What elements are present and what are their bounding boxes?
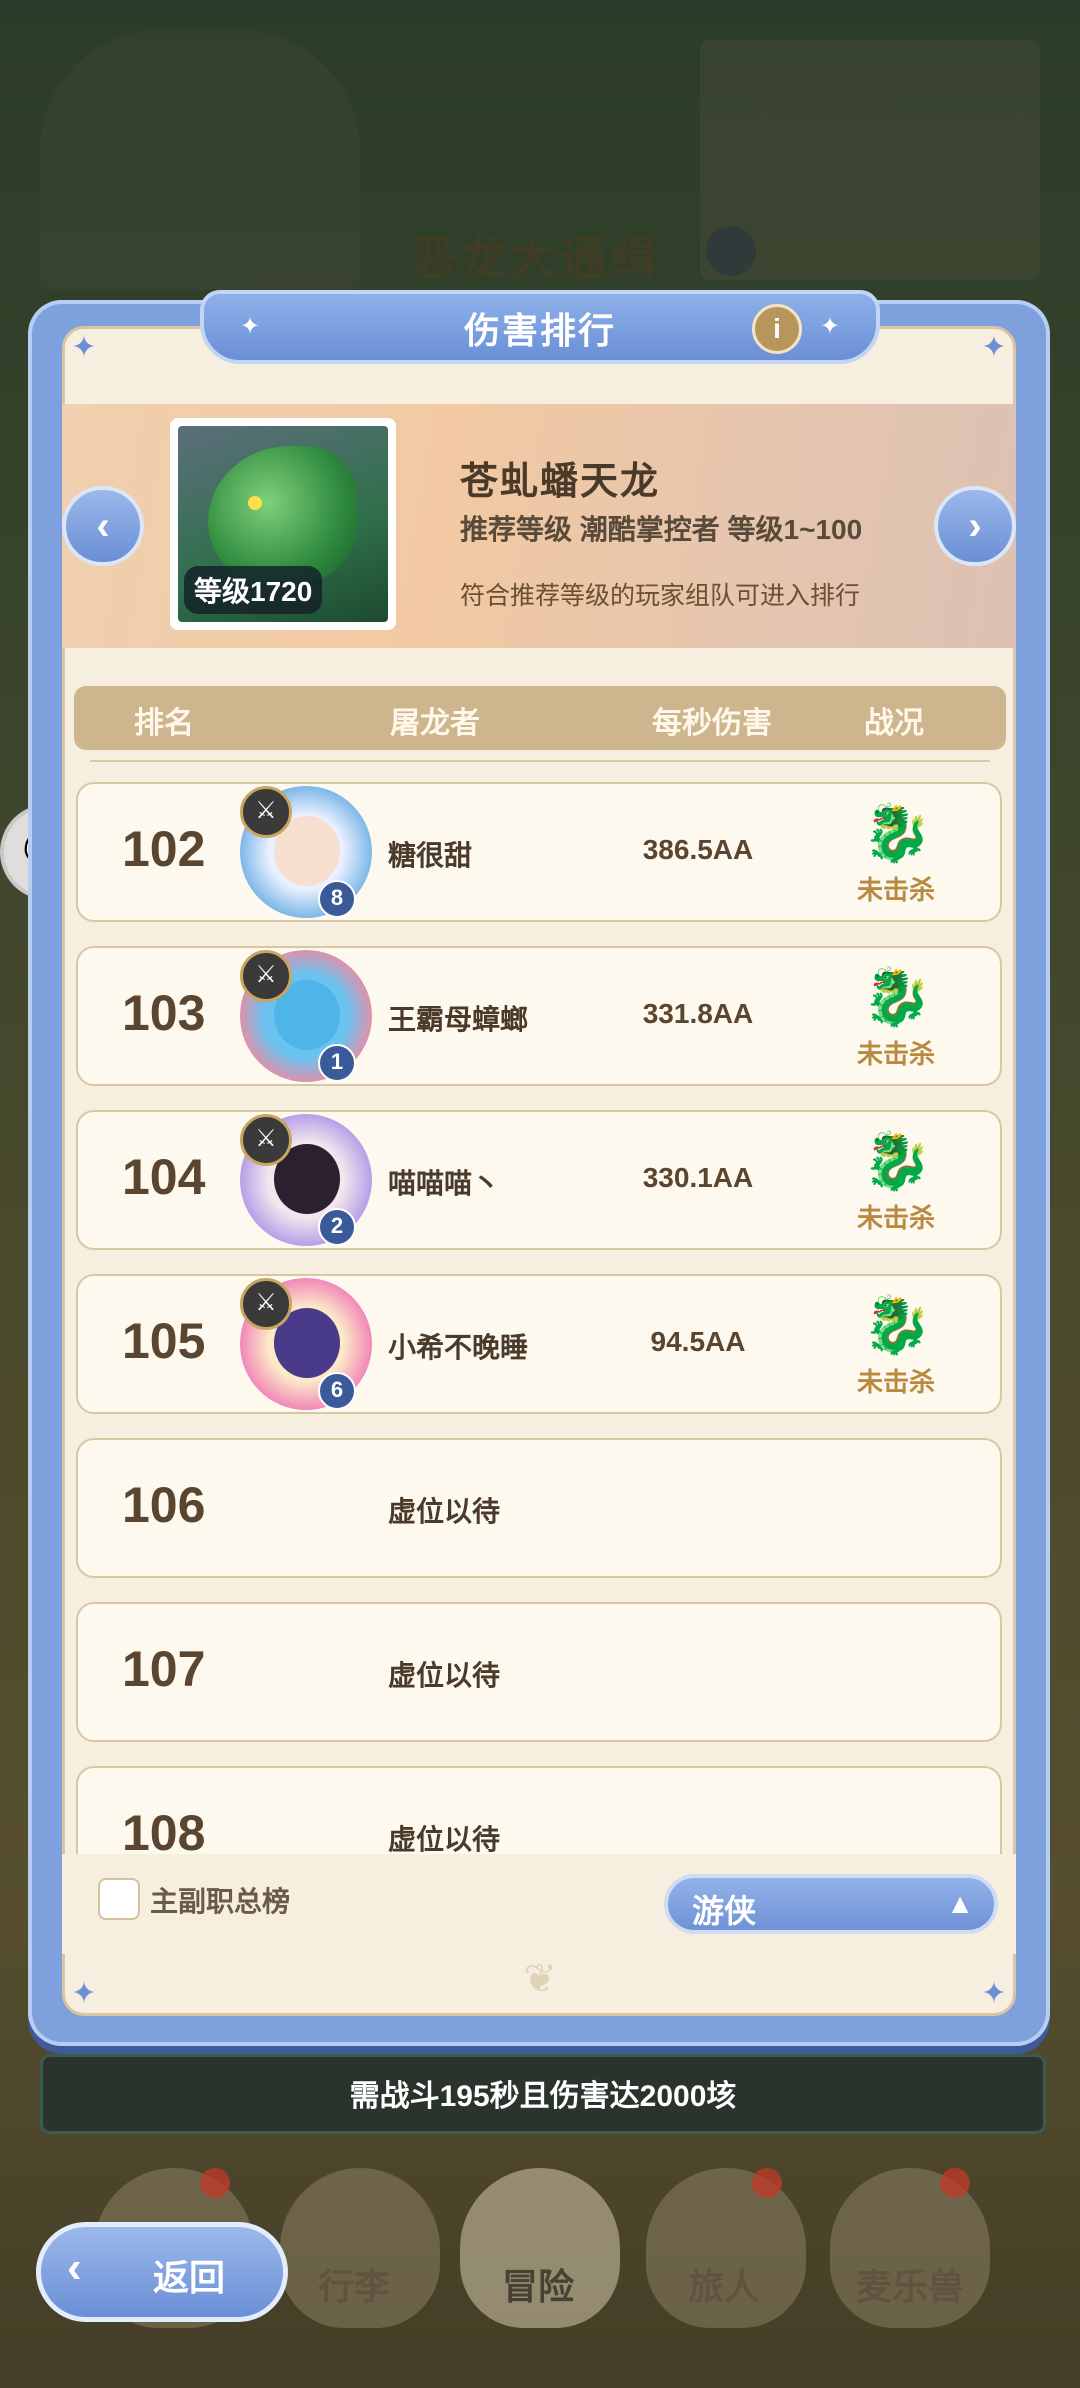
player-dps: 330.1AA [642,1162,754,1193]
header-divider [90,760,990,762]
row-rank: 104 [122,1149,206,1205]
nav-label-pet: 麦乐兽 [855,2266,964,2307]
banner-ornament-icon: ✦ [819,313,840,340]
class-select-value: 游侠 [692,1893,757,1929]
info-button[interactable]: i [752,304,802,354]
nav-label-luggage: 行李 [317,2266,390,2307]
table-row[interactable]: 103 ⚔ 1 王霸母蟑螂 331.8AA 🐉 未击杀 [76,946,1002,1086]
boss-level-badge: 等级1720 [184,566,323,614]
chevron-left-icon: ‹ [67,2243,82,2292]
player-dps: 386.5AA [642,834,754,865]
avatar[interactable]: ⚔ 1 [236,946,376,1086]
avatar-level: 2 [318,1208,356,1246]
avatar-level: 1 [318,1044,356,1082]
nav-label-traveler: 旅人 [687,2266,760,2307]
class-icon: ⚔ [240,1278,292,1330]
player-name: 喵喵喵丶 [388,1168,501,1199]
table-row[interactable]: 104 ⚔ 2 喵喵喵丶 330.1AA 🐉 未击杀 [76,1110,1002,1250]
avatar-level: 6 [318,1372,356,1410]
table-row[interactable]: 106 虚位以待 [76,1438,1002,1578]
corner-ornament-icon: ✦ [981,1977,1007,2010]
ranking-list[interactable]: 102 ⚔ 8 糖很甜 386.5AA 🐉 未击杀 103 ⚔ 1 王霸母蟑螂 … [76,782,1004,1854]
avatar[interactable]: ⚔ 8 [236,782,376,922]
header-player: 屠龙者 [390,707,480,740]
header-rank: 排名 [134,707,194,740]
dragon-head-icon: 🐉 [862,1293,932,1356]
ranking-table-header: 排名 屠龙者 每秒伤害 战况 [74,686,1006,750]
chevron-right-icon: › [968,504,982,548]
kill-status: 未击杀 [856,875,935,905]
notification-dot [200,2168,230,2198]
panel-title-banner: ✦ 伤害排行 i ✦ [200,290,880,364]
player-name: 虚位以待 [388,1660,501,1691]
header-status: 战况 [864,707,924,740]
avatar[interactable]: ⚔ 6 [236,1274,376,1414]
next-boss-button[interactable]: › [934,486,1016,566]
triangle-up-icon: ▲ [946,1888,974,1919]
row-rank: 103 [122,985,206,1041]
row-rank: 107 [122,1641,206,1697]
class-icon: ⚔ [240,786,292,838]
boss-name: 苍虬蟠天龙 [460,461,661,503]
notification-dot [940,2168,970,2198]
requirement-bar: 需战斗195秒且伤害达2000垓 [40,2054,1046,2134]
row-rank: 108 [122,1805,206,1854]
row-rank: 105 [122,1313,206,1369]
player-name: 虚位以待 [388,1824,501,1854]
boss-info-card: 等级1720 苍虬蟠天龙 推荐等级 潮酷掌控者 等级1~100 符合推荐等级的玩… [62,404,1016,648]
prev-boss-button[interactable]: ‹ [62,486,144,566]
checkbox-label[interactable]: 主副职总榜 [150,1880,290,1920]
dragon-head-icon: 🐉 [862,1129,932,1192]
corner-ornament-icon: ✦ [981,331,1007,364]
boss-portrait: 等级1720 [170,418,396,630]
dragon-image: 等级1720 [178,426,388,622]
main-sub-class-checkbox[interactable] [98,1878,140,1920]
back-label: 返回 [153,2257,226,2298]
player-dps: 94.5AA [650,1326,746,1357]
boss-ranking-note: 符合推荐等级的玩家组队可进入排行 [460,582,861,610]
table-row[interactable]: 107 虚位以待 [76,1602,1002,1742]
back-button[interactable]: ‹ 返回 [36,2222,288,2322]
dragon-head-icon: 🐉 [862,801,932,864]
kill-status: 未击杀 [856,1367,935,1397]
table-row[interactable]: 105 ⚔ 6 小希不晚睡 94.5AA 🐉 未击杀 [76,1274,1002,1414]
cat-emblem-icon: ❦ [523,1957,557,2001]
corner-ornament-icon: ✦ [71,331,97,364]
avatar-level: 8 [318,880,356,918]
player-name: 小希不晚睡 [388,1332,529,1363]
boss-recommended-level: 推荐等级 潮酷掌控者 等级1~100 [460,514,863,545]
requirement-text: 需战斗195秒且伤害达2000垓 [349,2080,737,2113]
class-icon: ⚔ [240,1114,292,1166]
corner-ornament-icon: ✦ [71,1977,97,2010]
row-rank: 102 [122,821,206,877]
table-row[interactable]: 102 ⚔ 8 糖很甜 386.5AA 🐉 未击杀 [76,782,1002,922]
kill-status: 未击杀 [856,1203,935,1233]
player-name: 糖很甜 [388,840,473,871]
player-name: 虚位以待 [388,1496,501,1527]
dragon-eye [248,496,262,510]
chevron-left-icon: ‹ [96,504,110,548]
class-icon: ⚔ [240,950,292,1002]
class-select-dropdown[interactable]: 游侠 ▲ [664,1874,998,1934]
kill-status: 未击杀 [856,1039,935,1069]
notification-dot [752,2168,782,2198]
player-dps: 331.8AA [642,998,754,1029]
player-name: 王霸母蟑螂 [388,1004,529,1035]
dragon-figure [208,446,358,586]
nav-label-adventure: 冒险 [501,2266,574,2307]
avatar[interactable]: ⚔ 2 [236,1110,376,1250]
header-dps: 每秒伤害 [652,707,772,740]
row-rank: 106 [122,1477,206,1533]
dragon-head-icon: 🐉 [862,965,932,1028]
table-row[interactable]: 108 虚位以待 [76,1766,1002,1854]
